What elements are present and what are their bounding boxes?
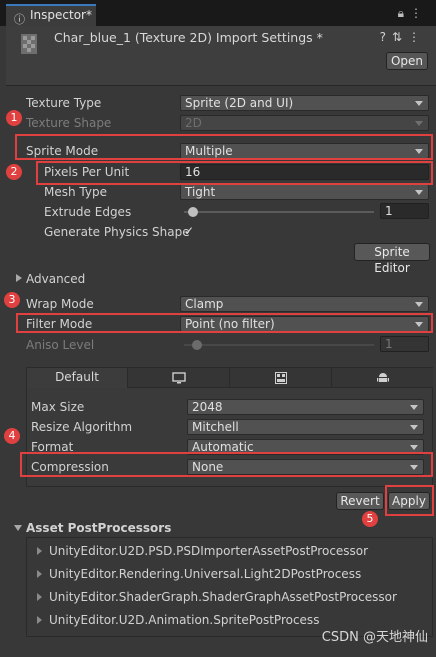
chevron-down-icon — [410, 445, 418, 450]
texture-asset-icon — [21, 34, 37, 54]
more-icon[interactable]: ⋮ — [410, 6, 428, 20]
foldout-arrow-icon — [37, 616, 42, 624]
mesh-type-value: Tight — [185, 185, 216, 199]
annotation-badge-5: 5 — [362, 511, 378, 527]
resize-algorithm-dropdown[interactable]: Mitchell — [187, 419, 424, 435]
header-buttons: ?⇅⋮ — [380, 30, 426, 44]
monitor-icon — [171, 372, 186, 384]
max-size-value: 2048 — [192, 400, 223, 414]
tab-inspector-label: Inspector* — [30, 8, 92, 22]
texture-type-label: Texture Type — [26, 96, 102, 110]
texture-shape-label: Texture Shape — [26, 116, 112, 130]
aniso-level-slider-handle — [192, 340, 202, 350]
tab-inspector[interactable]: ⓘ Inspector* — [6, 4, 96, 26]
chevron-down-icon — [415, 190, 423, 195]
foldout-arrow-icon[interactable] — [14, 525, 22, 531]
foldout-arrow-icon[interactable] — [16, 274, 22, 282]
extrude-edges-slider-handle[interactable] — [188, 207, 198, 217]
highlight-sprite-mode — [15, 134, 433, 160]
chevron-down-icon — [415, 101, 423, 106]
list-item[interactable]: UnityEditor.ShaderGraph.ShaderGraphAsset… — [37, 587, 397, 607]
webgl-icon — [274, 372, 287, 384]
list-item-label: UnityEditor.U2D.PSD.PSDImporterAssetPost… — [49, 544, 369, 558]
list-item[interactable]: UnityEditor.Rendering.Universal.Light2DP… — [37, 564, 361, 584]
window-tab-bar: ⓘ Inspector* 🔒︎⋮ — [0, 0, 436, 26]
annotation-badge-2: 2 — [6, 164, 22, 180]
tab-android[interactable] — [332, 368, 433, 388]
generate-physics-shape-label: Generate Physics Shape — [44, 225, 190, 239]
max-size-dropdown[interactable]: 2048 — [187, 399, 424, 415]
annotation-badge-4: 4 — [4, 428, 20, 444]
mesh-type-dropdown[interactable]: Tight — [180, 184, 429, 200]
tab-standalone[interactable] — [128, 368, 230, 388]
wrap-mode-label: Wrap Mode — [26, 297, 94, 311]
wrap-mode-dropdown[interactable]: Clamp — [180, 296, 429, 312]
help-icon[interactable]: ? — [380, 30, 392, 44]
wrap-mode-value: Clamp — [185, 297, 224, 311]
mesh-type-label: Mesh Type — [44, 185, 107, 199]
foldout-arrow-icon — [37, 593, 42, 601]
chevron-down-icon — [415, 302, 423, 307]
watermark: CSDN @天地神仙 — [321, 630, 428, 645]
list-item-label: UnityEditor.U2D.Animation.SpritePostProc… — [49, 613, 320, 627]
advanced-foldout[interactable]: Advanced — [26, 272, 85, 286]
android-icon — [376, 373, 389, 382]
tab-default[interactable]: Default — [27, 368, 128, 388]
highlight-apply — [385, 485, 434, 516]
annotation-badge-3: 3 — [4, 292, 20, 308]
asset-postprocessors-header[interactable]: Asset PostProcessors — [26, 521, 171, 535]
foldout-arrow-icon — [37, 547, 42, 555]
annotation-badge-1: 1 — [6, 110, 22, 126]
chevron-down-icon — [410, 405, 418, 410]
aniso-level-field: 1 — [380, 336, 429, 352]
postprocessors-list: UnityEditor.U2D.PSD.PSDImporterAssetPost… — [26, 537, 433, 637]
extrude-edges-label: Extrude Edges — [44, 205, 132, 219]
extrude-edges-slider-track[interactable] — [184, 211, 374, 213]
lock-icon[interactable]: 🔒︎ — [398, 6, 410, 20]
resize-algorithm-value: Mitchell — [192, 420, 239, 434]
generate-physics-shape-checkbox[interactable]: ✓ — [184, 224, 194, 238]
chevron-down-icon — [415, 121, 423, 126]
highlight-compression — [20, 452, 433, 477]
tab-webgl[interactable] — [230, 368, 332, 388]
list-item-label: UnityEditor.ShaderGraph.ShaderGraphAsset… — [49, 590, 397, 604]
list-item[interactable]: UnityEditor.U2D.PSD.PSDImporterAssetPost… — [37, 541, 368, 561]
foldout-arrow-icon — [37, 570, 42, 578]
max-size-label: Max Size — [31, 400, 85, 414]
texture-shape-dropdown: 2D — [180, 115, 429, 131]
list-item[interactable]: UnityEditor.U2D.Animation.SpritePostProc… — [37, 610, 319, 630]
inspector-header: Char_blue_1 (Texture 2D) Import Settings… — [6, 26, 436, 86]
more-icon[interactable]: ⋮ — [408, 30, 426, 44]
tab-bar-icons: 🔒︎⋮ — [398, 6, 428, 21]
aniso-level-slider-track — [184, 344, 374, 346]
texture-shape-value: 2D — [185, 116, 202, 130]
texture-type-value: Sprite (2D and UI) — [185, 96, 294, 110]
presets-icon[interactable]: ⇅ — [392, 30, 408, 44]
chevron-down-icon — [410, 425, 418, 430]
resize-algorithm-label: Resize Algorithm — [31, 420, 133, 434]
import-settings-title: Char_blue_1 (Texture 2D) Import Settings… — [54, 30, 323, 45]
texture-type-dropdown[interactable]: Sprite (2D and UI) — [180, 95, 429, 111]
highlight-filter-mode — [16, 313, 433, 333]
extrude-edges-field[interactable]: 1 — [380, 203, 429, 219]
list-item-label: UnityEditor.Rendering.Universal.Light2DP… — [49, 567, 362, 581]
revert-button[interactable]: Revert — [336, 492, 384, 510]
sprite-editor-button[interactable]: Sprite Editor — [354, 243, 430, 275]
aniso-level-label: Aniso Level — [26, 338, 95, 352]
open-button[interactable]: Open — [386, 52, 428, 70]
highlight-pixels-per-unit — [36, 161, 433, 185]
